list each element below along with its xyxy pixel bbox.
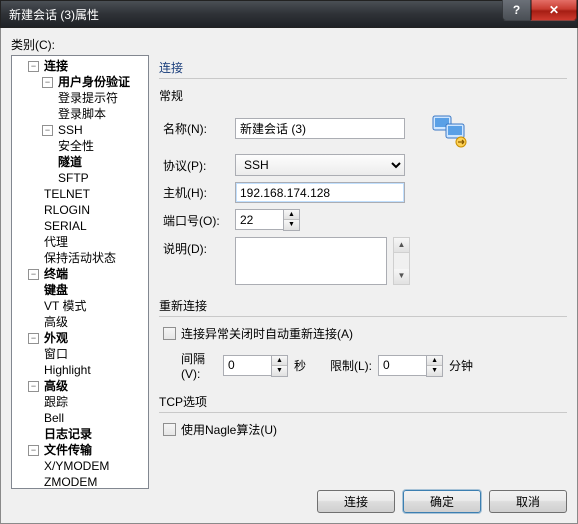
cancel-button[interactable]: 取消 — [489, 490, 567, 513]
tree-trace[interactable]: 跟踪 — [42, 394, 70, 410]
port-spinner[interactable]: ▲▼ — [235, 209, 300, 231]
category-label: 类别(C): — [11, 36, 567, 53]
tree-sftp[interactable]: SFTP — [56, 170, 91, 186]
tree-auth[interactable]: 用户身份验证 — [56, 74, 132, 90]
expander-icon[interactable] — [28, 333, 39, 344]
desc-textarea[interactable] — [235, 237, 387, 285]
help-button[interactable]: ? — [502, 0, 531, 21]
checkbox-box-icon — [163, 423, 176, 436]
spin-down-icon[interactable]: ▼ — [427, 366, 442, 376]
auto-reconnect-checkbox[interactable]: 连接异常关闭时自动重新连接(A) — [163, 325, 567, 342]
interval-label: 间隔(V): — [163, 350, 223, 381]
desc-label: 说明(D): — [163, 237, 235, 257]
panel-title: 连接 — [159, 59, 567, 78]
expander-icon[interactable] — [28, 61, 39, 72]
spin-up-icon[interactable]: ▲ — [272, 356, 287, 366]
spin-up-icon[interactable]: ▲ — [427, 356, 442, 366]
nagle-checkbox[interactable]: 使用Nagle算法(U) — [163, 421, 567, 438]
divider — [159, 316, 567, 317]
host-input[interactable] — [235, 182, 405, 203]
tree-window[interactable]: 窗口 — [42, 346, 70, 362]
close-button[interactable]: ✕ — [531, 0, 577, 21]
titlebar: 新建会话 (3)属性 ? ✕ — [0, 0, 578, 28]
divider — [159, 412, 567, 413]
tree-log[interactable]: 日志记录 — [42, 426, 94, 442]
spin-down-icon[interactable]: ▼ — [272, 366, 287, 376]
spin-up-icon[interactable]: ▲ — [284, 210, 299, 220]
group-reconnect-title: 重新连接 — [159, 297, 567, 314]
tree-serial[interactable]: SERIAL — [42, 218, 89, 234]
auto-reconnect-label: 连接异常关闭时自动重新连接(A) — [181, 325, 353, 342]
group-tcp-title: TCP选项 — [159, 393, 567, 410]
limit-input[interactable] — [378, 355, 426, 376]
spin-down-icon[interactable]: ▼ — [284, 220, 299, 230]
checkbox-box-icon — [163, 327, 176, 340]
name-label: 名称(N): — [163, 120, 235, 137]
scrollbar[interactable]: ▲▼ — [393, 237, 410, 285]
protocol-label: 协议(P): — [163, 157, 235, 174]
port-label: 端口号(O): — [163, 212, 235, 229]
interval-input[interactable] — [223, 355, 271, 376]
help-icon: ? — [513, 3, 520, 17]
divider — [159, 78, 567, 79]
tree-tunnel[interactable]: 隧道 — [56, 154, 84, 170]
host-label: 主机(H): — [163, 184, 235, 201]
group-tcp: TCP选项 使用Nagle算法(U) — [159, 393, 567, 438]
tree-connection[interactable]: 连接 — [42, 58, 70, 74]
tree-proxy[interactable]: 代理 — [42, 234, 70, 250]
minutes-label: 分钟 — [449, 357, 473, 374]
expander-icon[interactable] — [28, 445, 39, 456]
expander-icon[interactable] — [42, 125, 53, 136]
dialog-buttons: 连接 确定 取消 — [11, 480, 567, 513]
tree-ssh[interactable]: SSH — [56, 122, 85, 138]
port-input[interactable] — [235, 209, 283, 230]
group-general-title: 常规 — [159, 87, 567, 104]
expander-icon[interactable] — [42, 77, 53, 88]
window-title: 新建会话 (3)属性 — [9, 6, 99, 23]
expander-icon[interactable] — [28, 269, 39, 280]
ok-button[interactable]: 确定 — [403, 490, 481, 513]
tree-bell[interactable]: Bell — [42, 410, 66, 426]
tree-rlogin[interactable]: RLOGIN — [42, 202, 92, 218]
tree-telnet[interactable]: TELNET — [42, 186, 92, 202]
tree-xymodem[interactable]: X/YMODEM — [42, 458, 111, 474]
name-input[interactable] — [235, 118, 405, 139]
tree-login-prompt[interactable]: 登录提示符 — [56, 90, 120, 106]
group-reconnect: 重新连接 连接异常关闭时自动重新连接(A) 间隔(V): ▲▼ — [159, 297, 567, 381]
limit-spinner[interactable]: ▲▼ — [378, 355, 443, 377]
tree-login-script[interactable]: 登录脚本 — [56, 106, 108, 122]
limit-label: 限制(L): — [330, 357, 372, 374]
group-general: 常规 名称(N): — [159, 87, 567, 285]
seconds-label: 秒 — [294, 357, 306, 374]
tree-highlight[interactable]: Highlight — [42, 362, 93, 378]
interval-spinner[interactable]: ▲▼ — [223, 355, 288, 377]
tree-vt[interactable]: VT 模式 — [42, 298, 88, 314]
tree-security[interactable]: 安全性 — [56, 138, 96, 154]
connect-button[interactable]: 连接 — [317, 490, 395, 513]
tree-terminal[interactable]: 终端 — [42, 266, 70, 282]
close-icon: ✕ — [549, 3, 559, 17]
tree-advanced[interactable]: 高级 — [42, 378, 70, 394]
protocol-select[interactable]: SSH — [235, 154, 405, 176]
network-icon — [431, 112, 471, 148]
tree-adv-term[interactable]: 高级 — [42, 314, 70, 330]
tree-keyboard[interactable]: 键盘 — [42, 282, 70, 298]
tree-appearance[interactable]: 外观 — [42, 330, 70, 346]
category-tree[interactable]: 连接 用户身份验证 登录提示符 登录脚本 SSH 安全性 — [11, 55, 149, 489]
nagle-label: 使用Nagle算法(U) — [181, 421, 277, 438]
expander-icon[interactable] — [28, 381, 39, 392]
tree-file-transfer[interactable]: 文件传输 — [42, 442, 94, 458]
tree-keepalive[interactable]: 保持活动状态 — [42, 250, 118, 266]
